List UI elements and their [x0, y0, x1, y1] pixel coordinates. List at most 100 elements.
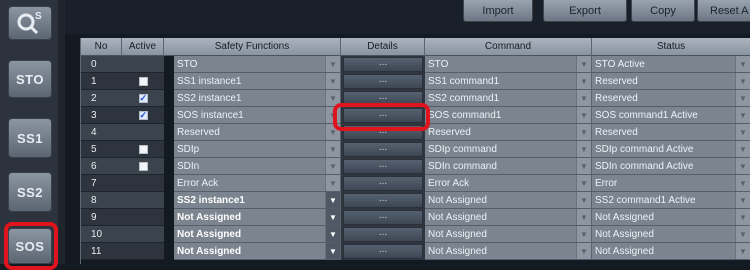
command-dropdown[interactable]: Not Assigned ▼: [425, 209, 592, 226]
chevron-down-icon[interactable]: ▼: [325, 90, 340, 106]
chevron-down-icon[interactable]: ▼: [576, 73, 591, 89]
status-dropdown[interactable]: STO Active ▼: [592, 56, 750, 73]
search-function-button[interactable]: S: [8, 6, 52, 40]
chevron-down-icon[interactable]: ▼: [576, 90, 591, 106]
export-button[interactable]: Export: [543, 0, 627, 22]
details-button[interactable]: ...: [343, 159, 423, 174]
details-button[interactable]: ...: [343, 176, 423, 191]
status-dropdown[interactable]: Reserved ▼: [592, 124, 750, 141]
chevron-down-icon[interactable]: ▼: [325, 243, 340, 259]
command-dropdown[interactable]: STO ▼: [425, 56, 592, 73]
details-button[interactable]: ...: [343, 142, 423, 157]
copy-button[interactable]: Copy: [631, 0, 695, 22]
chevron-down-icon[interactable]: ▼: [735, 107, 750, 123]
details-button[interactable]: ...: [343, 244, 423, 259]
details-button[interactable]: ...: [343, 91, 423, 106]
details-button[interactable]: ...: [343, 227, 423, 242]
active-checkbox-checked[interactable]: ✓: [138, 110, 148, 120]
chevron-down-icon[interactable]: ▼: [325, 192, 340, 208]
safety-function-dropdown[interactable]: Not Assigned ▼: [174, 243, 341, 260]
reset-all-button[interactable]: Reset A: [697, 0, 750, 22]
sos-button[interactable]: SOS: [8, 228, 52, 264]
command-dropdown[interactable]: Not Assigned ▼: [425, 192, 592, 209]
chevron-down-icon[interactable]: ▼: [735, 141, 750, 157]
safety-function-dropdown[interactable]: Reserved ▼: [174, 124, 341, 141]
chevron-down-icon[interactable]: ▼: [576, 243, 591, 259]
status-dropdown[interactable]: SDIp command Active ▼: [592, 141, 750, 158]
command-dropdown[interactable]: SS2 command1 ▼: [425, 90, 592, 107]
active-checkbox[interactable]: [138, 161, 148, 171]
ss2-button[interactable]: SS2: [8, 172, 52, 212]
chevron-down-icon[interactable]: ▼: [325, 209, 340, 225]
details-button[interactable]: ...: [343, 74, 423, 89]
active-cell: ✓: [122, 90, 164, 107]
ss1-button[interactable]: SS1: [8, 118, 52, 158]
sto-button[interactable]: STO: [8, 60, 52, 98]
chevron-down-icon[interactable]: ▼: [325, 226, 340, 242]
safety-function-dropdown[interactable]: SS1 instance1 ▼: [174, 73, 341, 90]
active-checkbox[interactable]: [138, 76, 148, 86]
import-button[interactable]: Import: [463, 0, 533, 22]
chevron-down-icon[interactable]: ▼: [325, 158, 340, 174]
command-dropdown[interactable]: Reserved ▼: [425, 124, 592, 141]
status-dropdown[interactable]: SOS command1 Active ▼: [592, 107, 750, 124]
chevron-down-icon[interactable]: ▼: [325, 107, 340, 123]
status-dropdown[interactable]: Error ▼: [592, 175, 750, 192]
chevron-down-icon[interactable]: ▼: [325, 175, 340, 191]
chevron-down-icon[interactable]: ▼: [735, 192, 750, 208]
details-button[interactable]: ...: [343, 57, 423, 72]
chevron-down-icon[interactable]: ▼: [576, 56, 591, 72]
status-dropdown[interactable]: Not Assigned ▼: [592, 209, 750, 226]
details-button[interactable]: ...: [343, 193, 423, 208]
chevron-down-icon[interactable]: ▼: [735, 209, 750, 225]
command-dropdown[interactable]: SDIn command ▼: [425, 158, 592, 175]
command-dropdown[interactable]: SOS command1 ▼: [425, 107, 592, 124]
chevron-down-icon[interactable]: ▼: [576, 209, 591, 225]
status-dropdown[interactable]: SDIn command Active ▼: [592, 158, 750, 175]
chevron-down-icon[interactable]: ▼: [576, 124, 591, 140]
active-checkbox-checked[interactable]: ✓: [138, 93, 148, 103]
safety-function-dropdown[interactable]: Not Assigned ▼: [174, 209, 341, 226]
details-button[interactable]: ...: [343, 125, 423, 140]
safety-function-dropdown[interactable]: SDIp ▼: [174, 141, 341, 158]
chevron-down-icon[interactable]: ▼: [735, 175, 750, 191]
safety-function-dropdown[interactable]: Error Ack ▼: [174, 175, 341, 192]
details-button[interactable]: ...: [343, 108, 423, 123]
chevron-down-icon[interactable]: ▼: [325, 124, 340, 140]
chevron-down-icon[interactable]: ▼: [576, 226, 591, 242]
active-checkbox[interactable]: [138, 144, 148, 154]
row-number: 4: [81, 124, 122, 141]
safety-function-dropdown[interactable]: SDIn ▼: [174, 158, 341, 175]
chevron-down-icon[interactable]: ▼: [576, 175, 591, 191]
chevron-down-icon[interactable]: ▼: [325, 141, 340, 157]
status-dropdown[interactable]: Not Assigned ▼: [592, 226, 750, 243]
chevron-down-icon[interactable]: ▼: [325, 73, 340, 89]
details-button[interactable]: ...: [343, 210, 423, 225]
status-dropdown[interactable]: SS2 command1 Active ▼: [592, 192, 750, 209]
status-dropdown[interactable]: Reserved ▼: [592, 73, 750, 90]
chevron-down-icon[interactable]: ▼: [735, 90, 750, 106]
chevron-down-icon[interactable]: ▼: [735, 56, 750, 72]
chevron-down-icon[interactable]: ▼: [325, 56, 340, 72]
chevron-down-icon[interactable]: ▼: [576, 107, 591, 123]
chevron-down-icon[interactable]: ▼: [735, 158, 750, 174]
safety-function-dropdown[interactable]: STO ▼: [174, 56, 341, 73]
command-dropdown[interactable]: Not Assigned ▼: [425, 226, 592, 243]
chevron-down-icon[interactable]: ▼: [576, 141, 591, 157]
chevron-down-icon[interactable]: ▼: [735, 73, 750, 89]
command-dropdown[interactable]: SDIp command ▼: [425, 141, 592, 158]
command-dropdown[interactable]: Not Assigned ▼: [425, 243, 592, 260]
safety-function-dropdown[interactable]: SS2 instance1 ▼: [174, 192, 341, 209]
status-dropdown[interactable]: Reserved ▼: [592, 90, 750, 107]
status-dropdown[interactable]: Not Assigned ▼: [592, 243, 750, 260]
safety-function-dropdown[interactable]: Not Assigned ▼: [174, 226, 341, 243]
chevron-down-icon[interactable]: ▼: [576, 192, 591, 208]
chevron-down-icon[interactable]: ▼: [576, 158, 591, 174]
chevron-down-icon[interactable]: ▼: [735, 243, 750, 259]
command-dropdown[interactable]: SS1 command1 ▼: [425, 73, 592, 90]
chevron-down-icon[interactable]: ▼: [735, 226, 750, 242]
safety-function-dropdown[interactable]: SOS instance1 ▼: [174, 107, 341, 124]
command-dropdown[interactable]: Error Ack ▼: [425, 175, 592, 192]
safety-function-dropdown[interactable]: SS2 instance1 ▼: [174, 90, 341, 107]
chevron-down-icon[interactable]: ▼: [735, 124, 750, 140]
